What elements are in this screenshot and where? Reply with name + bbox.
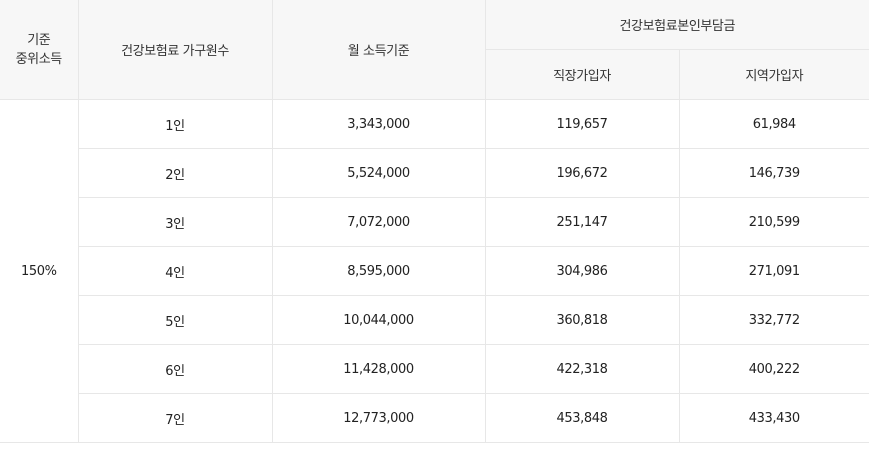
regional-cell: 271,091 bbox=[678, 246, 869, 296]
regional-cell: 61,984 bbox=[678, 99, 869, 149]
income-cell: 8,595,000 bbox=[271, 246, 486, 296]
regional-cell: 210,599 bbox=[678, 197, 869, 247]
regional-cell: 146,739 bbox=[678, 148, 869, 198]
table-row: 7인 12,773,000 453,848 433,430 bbox=[0, 393, 869, 443]
table-row: 2인 5,524,000 196,672 146,739 bbox=[0, 148, 869, 198]
premium-table: 기준 중위소득 건강보험료 가구원수 월 소득기준 건강보험료본인부담금 직장가… bbox=[0, 0, 869, 443]
employee-cell: 360,818 bbox=[484, 295, 680, 345]
household-size-cell: 7인 bbox=[78, 393, 273, 443]
regional-cell: 400,222 bbox=[678, 344, 869, 394]
employee-cell: 251,147 bbox=[484, 197, 680, 247]
household-size-cell: 6인 bbox=[78, 344, 273, 394]
header-median-income: 기준 중위소득 bbox=[0, 0, 79, 100]
employee-cell: 119,657 bbox=[484, 99, 680, 149]
regional-cell: 332,772 bbox=[678, 295, 869, 345]
household-size-cell: 5인 bbox=[78, 295, 273, 345]
table-row: 3인 7,072,000 251,147 210,599 bbox=[0, 197, 869, 247]
income-cell: 5,524,000 bbox=[271, 148, 486, 198]
table-row: 5인 10,044,000 360,818 332,772 bbox=[0, 295, 869, 345]
household-size-cell: 2인 bbox=[78, 148, 273, 198]
median-value-cell: 150% bbox=[0, 99, 79, 443]
header-premium-group: 건강보험료본인부담금 bbox=[484, 0, 869, 50]
employee-cell: 304,986 bbox=[484, 246, 680, 296]
header-household-size: 건강보험료 가구원수 bbox=[77, 0, 273, 100]
household-size-cell: 3인 bbox=[78, 197, 273, 247]
household-size-cell: 4인 bbox=[78, 246, 273, 296]
header-employee: 직장가입자 bbox=[485, 49, 680, 100]
income-cell: 12,773,000 bbox=[271, 393, 486, 443]
income-cell: 11,428,000 bbox=[271, 344, 486, 394]
table-row: 150% 1인 3,343,000 119,657 61,984 bbox=[0, 99, 869, 443]
header-monthly-income: 월 소득기준 bbox=[271, 0, 486, 100]
employee-cell: 196,672 bbox=[484, 148, 680, 198]
table-row: 6인 11,428,000 422,318 400,222 bbox=[0, 344, 869, 394]
regional-cell: 433,430 bbox=[678, 393, 869, 443]
income-cell: 3,343,000 bbox=[271, 99, 486, 149]
header-regional: 지역가입자 bbox=[678, 49, 869, 100]
employee-cell: 453,848 bbox=[484, 393, 680, 443]
table-row: 4인 8,595,000 304,986 271,091 bbox=[0, 246, 869, 296]
household-size-cell: 1인 bbox=[77, 99, 273, 149]
income-cell: 10,044,000 bbox=[271, 295, 486, 345]
employee-cell: 422,318 bbox=[484, 344, 680, 394]
income-cell: 7,072,000 bbox=[271, 197, 486, 247]
